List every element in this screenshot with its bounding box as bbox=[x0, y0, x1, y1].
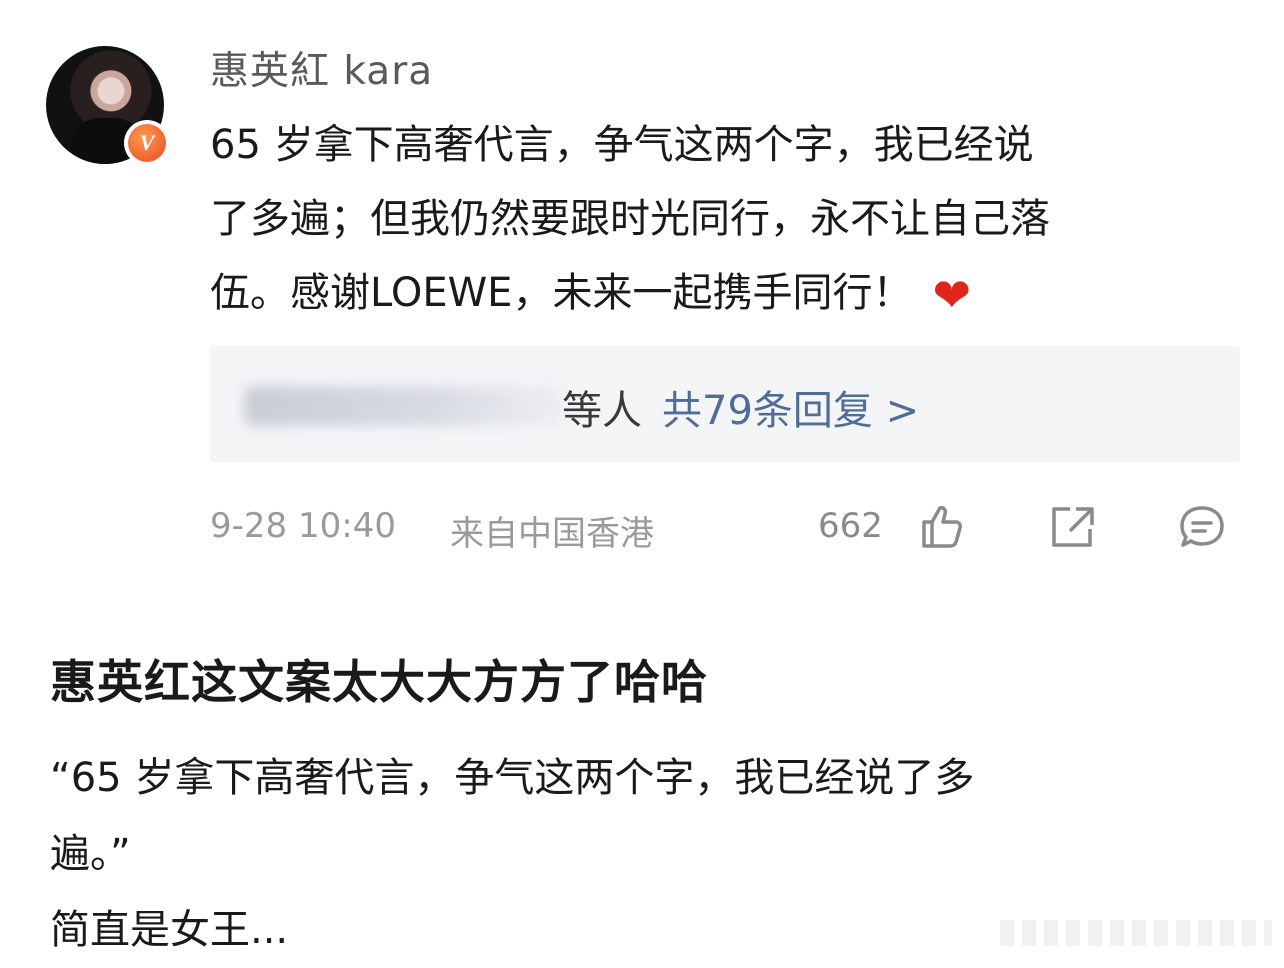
post-text: 65 岁拿下高奢代言，争气这两个字，我已经说 了多遍；但我仍然要跟时光同行，永不… bbox=[210, 108, 1240, 330]
like-icon[interactable] bbox=[918, 502, 966, 550]
commentary-line: “65 岁拿下高奢代言，争气这两个字，我已经说了多 bbox=[50, 755, 975, 801]
post-text-line: 了多遍；但我仍然要跟时光同行，永不让自己落 bbox=[210, 196, 1050, 242]
comment-icon[interactable] bbox=[1178, 504, 1226, 550]
like-count: 662 bbox=[818, 506, 883, 546]
commentary-headline: 惠英红这文案太大大方方了哈哈 bbox=[50, 655, 708, 709]
watermark bbox=[1000, 920, 1272, 946]
replies-preview[interactable]: 等人 共79条回复 > bbox=[210, 346, 1240, 462]
username[interactable]: 惠英紅 kara bbox=[210, 40, 433, 96]
commentary-line: 遍。” bbox=[50, 831, 131, 877]
verified-badge-icon: V bbox=[124, 120, 170, 166]
replies-count-link[interactable]: 共79条回复 > bbox=[662, 378, 919, 436]
verified-badge-label: V bbox=[128, 124, 166, 162]
post-location: 来自中国香港 bbox=[450, 514, 654, 554]
replies-people-suffix: 等人 bbox=[562, 388, 642, 434]
post-timestamp: 9-28 10:40 bbox=[210, 506, 396, 546]
blurred-usernames bbox=[244, 386, 562, 426]
share-icon[interactable] bbox=[1048, 505, 1096, 549]
post-text-line: 伍。感谢LOEWE，未来一起携手同行！ ❤ bbox=[210, 256, 1240, 330]
heart-icon: ❤ bbox=[932, 268, 971, 322]
post-text-line: 65 岁拿下高奢代言，争气这两个字，我已经说 bbox=[210, 122, 1034, 168]
post-text-line-content: 伍。感谢LOEWE，未来一起携手同行！ bbox=[210, 270, 913, 316]
